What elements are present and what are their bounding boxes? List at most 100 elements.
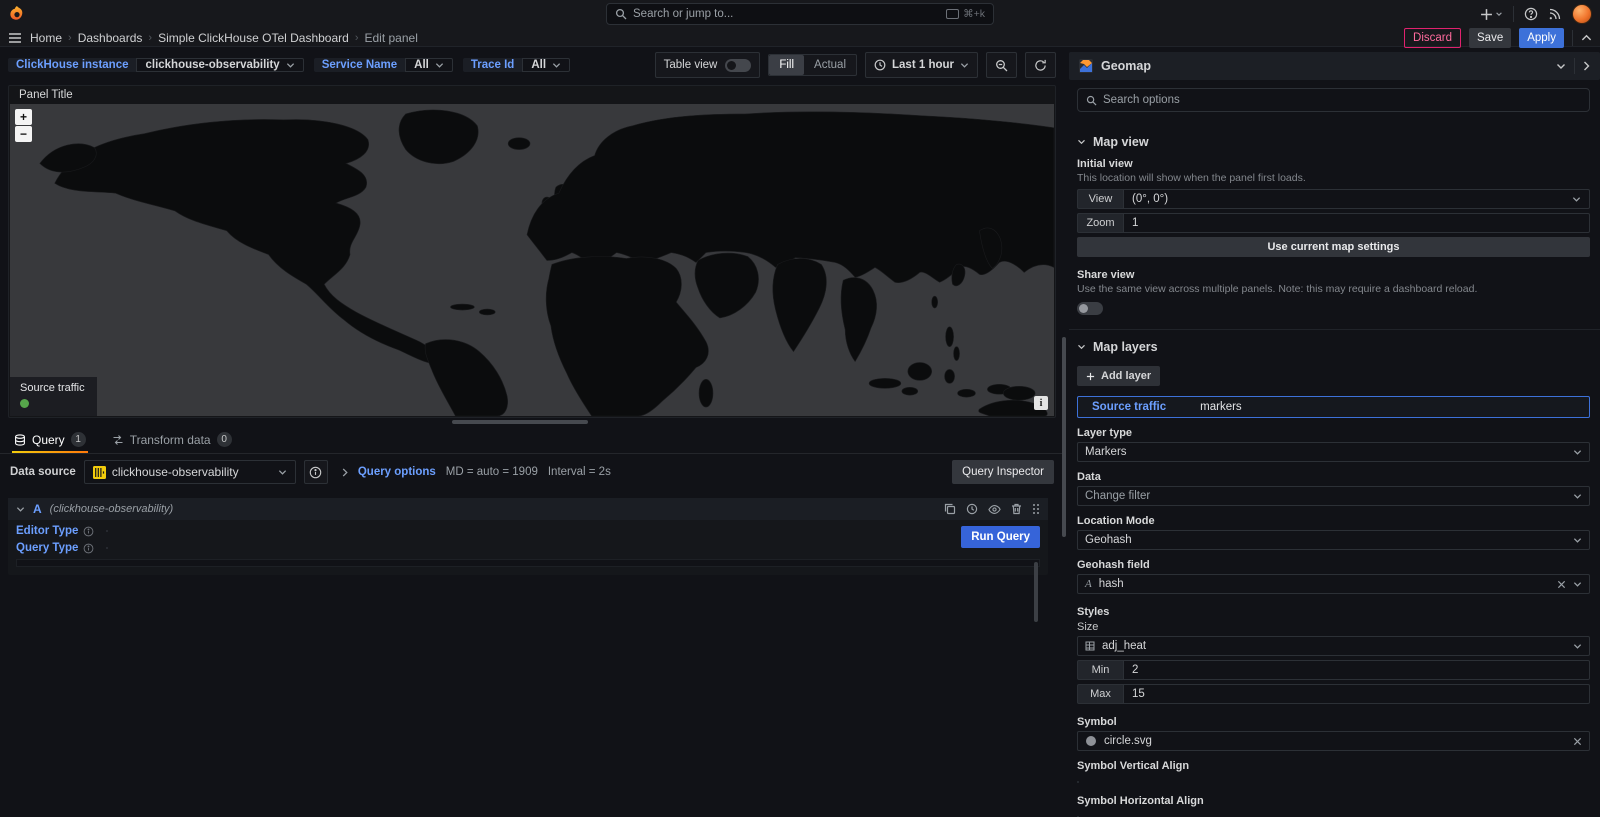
options-resize-handle[interactable] [1062,337,1066,537]
breadcrumb-item[interactable]: Simple ClickHouse OTel Dashboard [158,31,349,45]
breadcrumb-item[interactable]: Dashboards [78,31,143,45]
query-options-link[interactable]: Query options [358,466,436,478]
help-icon[interactable] [1524,7,1538,21]
map-zoom-in-button[interactable]: + [15,109,32,125]
sql-scrollbar[interactable] [1034,562,1038,622]
drag-query-icon[interactable] [1032,503,1040,515]
clear-icon[interactable] [1557,580,1566,589]
query-row-header[interactable]: A (clickhouse-observability) [8,498,1048,520]
map-canvas[interactable]: + − Source traffic i [10,104,1054,416]
layer-type-select[interactable]: Markers [1077,442,1590,462]
section-map-layers[interactable]: Map layers [1077,340,1590,354]
section-map-view[interactable]: Map view [1077,135,1590,149]
tab-label: Transform data [130,433,211,447]
save-button[interactable]: Save [1469,28,1511,48]
variable-value-dropdown[interactable]: All [522,58,570,72]
apply-button[interactable]: Apply [1519,28,1564,48]
edit-area: ClickHouse instanceclickhouse-observabil… [0,47,1064,817]
options-search[interactable] [1077,88,1590,112]
view-select[interactable]: (0°, 0°) [1123,189,1590,209]
grafana-logo[interactable] [8,5,26,23]
chevron-down-icon [1573,493,1582,500]
table-view-switch[interactable] [725,59,751,72]
news-icon[interactable] [1548,7,1562,21]
sql-editor[interactable] [16,559,1040,567]
datasource-picker[interactable]: clickhouse-observability [84,460,296,484]
duplicate-query-icon[interactable] [944,503,956,515]
editor-type-segment [106,530,108,532]
query-history-icon[interactable] [966,503,978,515]
viz-picker[interactable]: Geomap [1069,52,1600,80]
chevron-down-icon [1573,537,1582,544]
field-type-icon: A [1085,578,1092,590]
menu-icon[interactable] [8,32,22,44]
min-input[interactable] [1132,664,1581,676]
add-menu-button[interactable] [1480,8,1503,21]
top-nav: ⌘+k [0,0,1600,28]
max-input-wrap [1123,684,1590,704]
breadcrumb-item[interactable]: Home [30,31,62,45]
run-query-button[interactable]: Run Query [961,526,1040,548]
global-search[interactable]: ⌘+k [606,3,994,25]
circle-symbol-icon [1085,735,1097,747]
query-inspector-button[interactable]: Query Inspector [952,460,1054,484]
panel-resize-handle[interactable] [452,420,588,424]
layer-name: Source traffic [1092,401,1166,413]
size-select[interactable]: adj_heat [1077,636,1590,656]
layer-type-label: Layer type [1077,427,1590,439]
options-search-input[interactable] [1103,94,1581,106]
min-input-wrap [1123,660,1590,680]
variable-value-dropdown[interactable]: All [405,58,453,72]
collapse-query-icon[interactable] [16,506,25,513]
breadcrumb-item[interactable]: Edit panel [365,31,418,45]
geohash-field-select[interactable]: A hash [1077,574,1590,594]
viz-picker-chevron-icon[interactable] [1556,63,1566,70]
hide-response-icon[interactable] [988,504,1001,515]
search-input[interactable] [633,8,940,20]
variable-value-dropdown[interactable]: clickhouse-observability [136,58,303,72]
zoom-out-time-button[interactable] [986,52,1017,78]
map-zoom-out-button[interactable]: − [15,126,32,142]
refresh-button[interactable] [1025,52,1056,78]
app-header: ⌘+k Home›Dashboards›Simple ClickHouse OT… [0,0,1600,47]
delete-query-icon[interactable] [1011,503,1022,515]
user-avatar[interactable] [1572,4,1592,24]
plus-icon [1086,372,1095,381]
tab-transform-data[interactable]: Transform data0 [110,428,234,453]
table-view-toggle[interactable]: Table view [655,52,761,78]
time-range-picker[interactable]: Last 1 hour [865,52,978,78]
fill-option[interactable]: Fill [769,55,804,75]
clear-icon[interactable] [1573,737,1582,746]
chevron-down-icon [552,62,561,69]
divider [1574,58,1575,74]
chevron-down-icon [1572,196,1581,203]
share-view-label: Share view [1077,269,1590,281]
tab-query[interactable]: Query1 [12,428,88,453]
add-layer-button[interactable]: Add layer [1077,366,1160,386]
collapse-pane-icon[interactable] [1583,61,1590,71]
zoom-input[interactable] [1132,217,1581,229]
symbol-select[interactable]: circle.svg [1077,731,1590,751]
share-view-toggle[interactable] [1077,302,1103,315]
layer-item[interactable]: Source traffic markers [1077,396,1590,418]
map-attribution-button[interactable]: i [1034,396,1048,410]
query-ref-datasource: (clickhouse-observability) [50,503,174,515]
variable-value: All [414,59,429,71]
max-row: Max [1077,684,1590,704]
location-mode-select[interactable]: Geohash [1077,530,1590,550]
legend-label: Source traffic [20,382,85,394]
panel-title[interactable]: Panel Title [9,86,1055,104]
data-select[interactable]: Change filter [1077,486,1590,506]
view-label: View [1077,189,1123,209]
datasource-help-button[interactable] [304,460,328,484]
discard-button[interactable]: Discard [1404,28,1461,48]
collapse-options-icon[interactable] [1581,34,1592,42]
max-input[interactable] [1132,688,1581,700]
use-current-map-settings-button[interactable]: Use current map settings [1077,237,1590,257]
layer-kind: markers [1200,401,1242,413]
datasource-row: Data source clickhouse-observability Que… [0,456,1064,488]
max-label: Max [1077,684,1123,704]
chevron-right-icon[interactable] [342,468,348,477]
chevron-down-icon [1573,643,1582,650]
actual-option[interactable]: Actual [804,55,856,75]
